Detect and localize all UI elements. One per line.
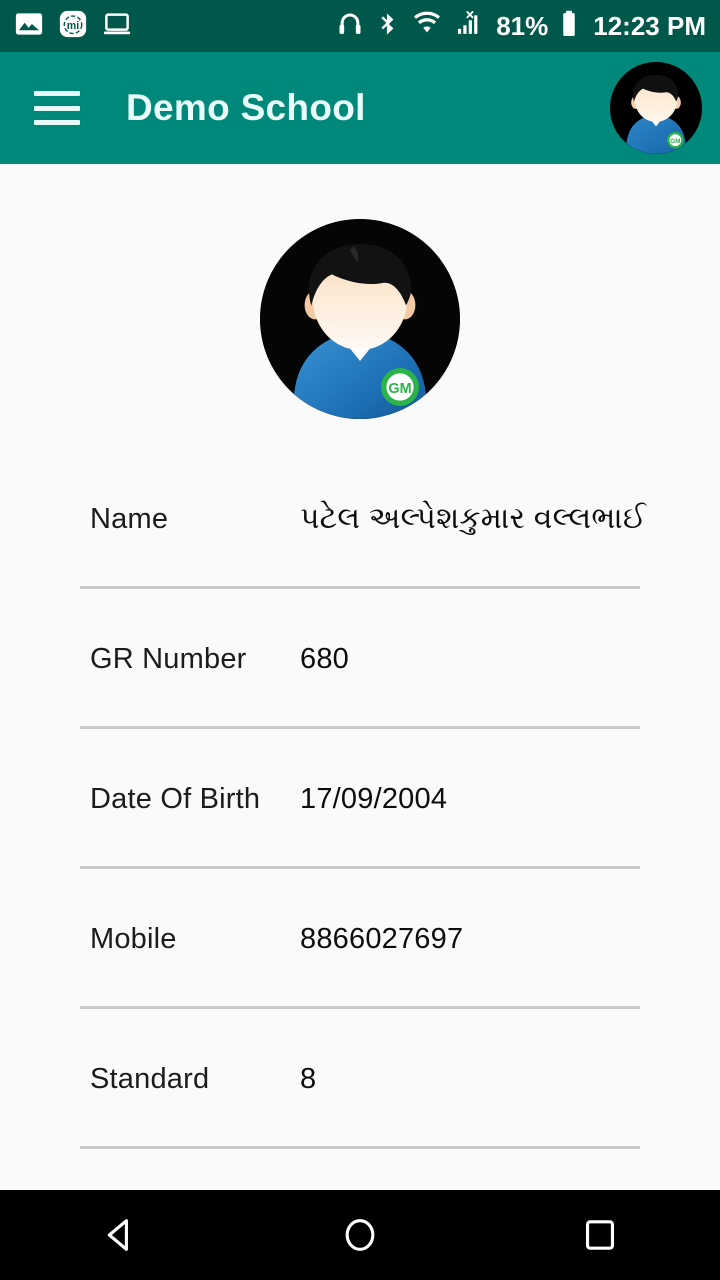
hamburger-menu-icon[interactable] [34, 91, 80, 125]
bluetooth-icon [375, 10, 401, 43]
clock-label: 12:23 PM [593, 11, 706, 41]
recents-button[interactable] [480, 1190, 720, 1280]
battery-percent-label: 81% [496, 11, 549, 41]
wifi-icon [412, 10, 442, 43]
field-label: Standard [90, 1062, 210, 1095]
app-bar: Demo School GM [0, 52, 720, 164]
profile-row-gr-number: GR Number 680 [0, 589, 720, 729]
profile-field-list: Name પટેલ અલ્પેશકુમાર વલ્લભાઈ GR Number … [0, 449, 720, 1149]
field-value: 680 [300, 642, 349, 675]
status-bar: mi 81% 12:23 PM [0, 0, 720, 52]
mi-app-icon: mi [58, 9, 88, 44]
laptop-cast-icon [102, 9, 132, 44]
phone-screen: mi 81% 12:23 PM Demo School GM GM Name પ… [0, 0, 720, 1280]
avatar[interactable]: GM [610, 62, 702, 154]
field-label: Name [90, 502, 169, 535]
gallery-image-icon [14, 9, 44, 44]
svg-text:mi: mi [67, 20, 79, 32]
back-button[interactable] [0, 1190, 240, 1280]
profile-row-standard: Standard 8 [0, 1009, 720, 1149]
headset-icon [336, 10, 364, 43]
profile-row-date-of-birth: Date Of Birth 17/09/2004 [0, 729, 720, 869]
field-label: Mobile [90, 922, 177, 955]
user-avatar-image: GM [610, 62, 702, 154]
profile-row-mobile: Mobile 8866027697 [0, 869, 720, 1009]
status-bar-left-icons: mi [14, 9, 132, 44]
field-value: 8 [300, 1062, 317, 1095]
profile-row-name: Name પટેલ અલ્પેશકુમાર વલ્લભાઈ [0, 449, 720, 589]
field-label: GR Number [90, 642, 247, 675]
triangle-left-icon [107, 1219, 128, 1251]
field-label: Date Of Birth [90, 782, 261, 815]
svg-text:GM: GM [388, 381, 411, 397]
profile-content: GM Name પટેલ અલ્પેશકુમાર વલ્લભાઈ GR Numb… [0, 164, 720, 1190]
home-button[interactable] [240, 1190, 480, 1280]
circle-icon [345, 1219, 375, 1251]
cellular-signal-no-sim-icon [453, 9, 485, 44]
status-bar-right-icons: 81% 12:23 PM [336, 9, 706, 44]
row-divider [80, 1146, 640, 1149]
field-value: 8866027697 [300, 922, 464, 955]
battery-icon [559, 9, 579, 44]
student-profile-photo: GM [260, 219, 460, 419]
field-value: 17/09/2004 [300, 782, 448, 815]
student-avatar-image: GM [260, 219, 460, 419]
field-value: પટેલ અલ્પેશકુમાર વલ્લભાઈ [300, 502, 647, 535]
svg-text:GM: GM [670, 138, 680, 145]
page-title: Demo School [126, 87, 366, 128]
android-navigation-bar [0, 1190, 720, 1280]
square-icon [585, 1220, 615, 1250]
